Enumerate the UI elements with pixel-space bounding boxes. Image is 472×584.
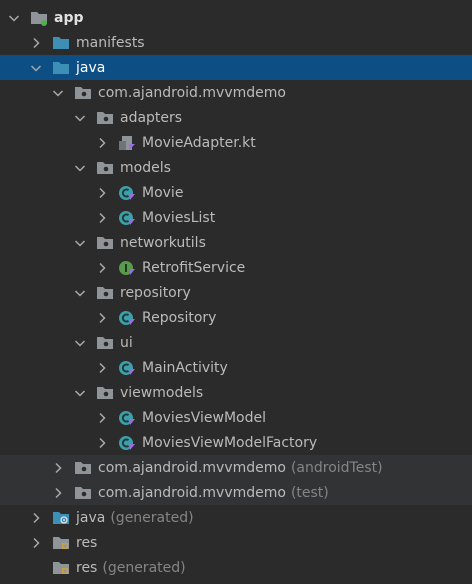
chevron-right-icon[interactable]	[96, 312, 108, 324]
tree-label-java-generated: java	[76, 509, 106, 526]
chevron-right-icon[interactable]	[96, 212, 108, 224]
tree-label-manifests: manifests	[76, 34, 145, 51]
tree-label-package-main: com.ajandroid.mvvmdemo	[98, 84, 286, 101]
chevron-down-icon[interactable]	[30, 62, 42, 74]
tree-row-movie-adapter[interactable]: MovieAdapter.kt	[0, 130, 472, 155]
source-folder-icon	[52, 60, 70, 76]
tree-row-java-generated[interactable]: java (generated)	[0, 505, 472, 530]
tree-label-viewmodels: viewmodels	[120, 384, 204, 401]
resource-folder-icon	[52, 535, 70, 551]
chevron-down-icon[interactable]	[74, 287, 86, 299]
tree-label-networkutils: networkutils	[120, 234, 206, 251]
tree-row-repository[interactable]: repository	[0, 280, 472, 305]
tree-label-res: res	[76, 534, 98, 551]
kotlin-class-icon	[118, 435, 136, 451]
resource-folder-icon	[52, 560, 70, 576]
chevron-right-icon[interactable]	[96, 262, 108, 274]
tree-label-retrofit-service: RetrofitService	[142, 259, 246, 276]
tree-row-package-test[interactable]: com.ajandroid.mvvmdemo (test)	[0, 480, 472, 505]
tree-label-models: models	[120, 159, 171, 176]
tree-label-java: java	[76, 59, 106, 76]
chevron-down-icon[interactable]	[74, 162, 86, 174]
tree-row-res[interactable]: res	[0, 530, 472, 555]
tree-row-movie[interactable]: Movie	[0, 180, 472, 205]
chevron-right-icon[interactable]	[96, 437, 108, 449]
chevron-right-icon[interactable]	[96, 187, 108, 199]
tree-label-movies-view-model-factory: MoviesViewModelFactory	[142, 434, 318, 451]
tree-label-repository-class: Repository	[142, 309, 217, 326]
chevron-down-icon[interactable]	[74, 112, 86, 124]
tree-label-ui: ui	[120, 334, 133, 351]
module-folder-icon	[30, 10, 48, 26]
chevron-down-icon[interactable]	[52, 87, 64, 99]
chevron-down-icon[interactable]	[74, 237, 86, 249]
tree-row-retrofit-service[interactable]: RetrofitService	[0, 255, 472, 280]
chevron-down-icon[interactable]	[74, 337, 86, 349]
chevron-right-icon[interactable]	[30, 512, 42, 524]
tree-suffix-res-generated: (generated)	[102, 559, 186, 576]
chevron-right-icon[interactable]	[96, 362, 108, 374]
package-icon	[96, 110, 114, 126]
chevron-right-icon[interactable]	[52, 487, 64, 499]
tree-suffix-java-generated: (generated)	[110, 509, 194, 526]
tree-row-networkutils[interactable]: networkutils	[0, 230, 472, 255]
chevron-right-icon[interactable]	[96, 412, 108, 424]
tree-row-main-activity[interactable]: MainActivity	[0, 355, 472, 380]
tree-label-res-generated: res	[76, 559, 98, 576]
tree-label-main-activity: MainActivity	[142, 359, 228, 376]
tree-label-repository: repository	[120, 284, 191, 301]
tree-row-manifests[interactable]: manifests	[0, 30, 472, 55]
kotlin-file-icon	[118, 135, 136, 151]
package-icon	[96, 285, 114, 301]
tree-label-app: app	[54, 9, 84, 26]
tree-row-movies-list[interactable]: MoviesList	[0, 205, 472, 230]
package-icon	[96, 235, 114, 251]
kotlin-class-icon	[118, 210, 136, 226]
generated-source-folder-icon	[52, 510, 70, 526]
package-icon	[74, 485, 92, 501]
tree-row-adapters[interactable]: adapters	[0, 105, 472, 130]
tree-row-package-android-test[interactable]: com.ajandroid.mvvmdemo (androidTest)	[0, 455, 472, 480]
chevron-down-icon[interactable]	[8, 12, 20, 24]
tree-label-movies-list: MoviesList	[142, 209, 216, 226]
tree-label-movie-adapter: MovieAdapter.kt	[142, 134, 256, 151]
package-icon	[74, 460, 92, 476]
package-icon	[74, 85, 92, 101]
folder-icon	[52, 35, 70, 51]
tree-label-package-test: com.ajandroid.mvvmdemo	[98, 484, 286, 501]
kotlin-interface-icon	[118, 260, 136, 276]
kotlin-class-icon	[118, 360, 136, 376]
tree-label-movie: Movie	[142, 184, 184, 201]
tree-suffix-android-test: (androidTest)	[290, 459, 383, 476]
tree-suffix-test: (test)	[290, 484, 329, 501]
tree-row-repository-class[interactable]: Repository	[0, 305, 472, 330]
tree-label-adapters: adapters	[120, 109, 183, 126]
chevron-right-icon[interactable]	[30, 37, 42, 49]
tree-row-java[interactable]: java	[0, 55, 472, 80]
package-icon	[96, 335, 114, 351]
tree-row-package-main[interactable]: com.ajandroid.mvvmdemo	[0, 80, 472, 105]
tree-row-res-generated[interactable]: res (generated)	[0, 555, 472, 580]
kotlin-class-icon	[118, 185, 136, 201]
chevron-right-icon[interactable]	[96, 137, 108, 149]
package-icon	[96, 385, 114, 401]
kotlin-class-icon	[118, 310, 136, 326]
tree-row-movies-view-model-factory[interactable]: MoviesViewModelFactory	[0, 430, 472, 455]
tree-row-movies-view-model[interactable]: MoviesViewModel	[0, 405, 472, 430]
kotlin-class-icon	[118, 410, 136, 426]
tree-row-viewmodels[interactable]: viewmodels	[0, 380, 472, 405]
package-icon	[96, 160, 114, 176]
tree-row-app[interactable]: app	[0, 5, 472, 30]
chevron-right-icon[interactable]	[30, 537, 42, 549]
tree-label-package-android-test: com.ajandroid.mvvmdemo	[98, 459, 286, 476]
tree-row-ui[interactable]: ui	[0, 330, 472, 355]
chevron-right-icon[interactable]	[52, 462, 64, 474]
tree-label-movies-view-model: MoviesViewModel	[142, 409, 266, 426]
tree-row-models[interactable]: models	[0, 155, 472, 180]
chevron-down-icon[interactable]	[74, 387, 86, 399]
